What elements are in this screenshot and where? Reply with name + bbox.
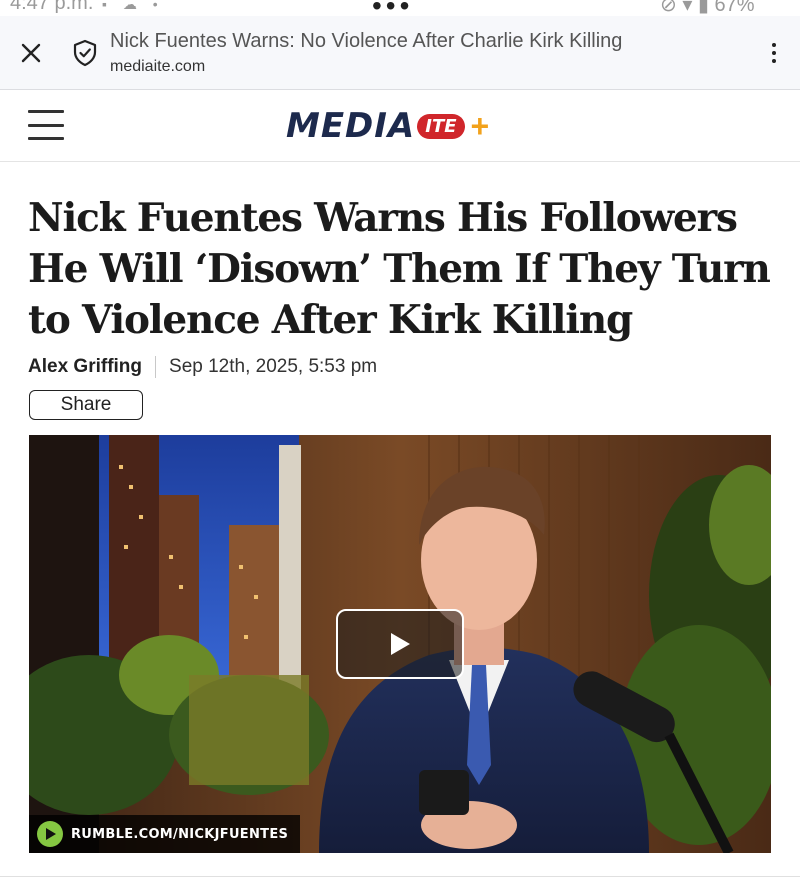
share-button[interactable]: Share	[29, 390, 143, 420]
video-player[interactable]: RUMBLE.COM/NICKJFUENTES	[29, 435, 771, 853]
play-button[interactable]	[336, 609, 464, 679]
close-tab-button[interactable]	[14, 36, 48, 70]
byline-divider	[155, 356, 157, 378]
rumble-source-label: RUMBLE.COM/NICKJFUENTES	[71, 826, 289, 842]
close-icon	[21, 43, 41, 63]
logo-badge: ITE	[417, 113, 465, 139]
browser-toolbar: Nick Fuentes Warns: No Violence After Ch…	[0, 16, 800, 90]
mediaite-logo[interactable]: MEDIA ITE +	[286, 104, 489, 148]
browser-domain: mediaite.com	[110, 58, 206, 75]
site-header: MEDIA ITE +	[0, 90, 800, 162]
notification-icons: ▪ ☁ •	[102, 0, 164, 12]
divider	[0, 876, 800, 877]
shield-icon[interactable]	[70, 38, 100, 68]
article-headline: Nick Fuentes Warns His Followers He Will…	[28, 195, 771, 343]
play-icon	[391, 633, 410, 655]
menu-icon[interactable]	[28, 110, 64, 140]
logo-plus: +	[470, 108, 490, 144]
author-link[interactable]: Alex Griffing	[28, 356, 142, 378]
byline: Alex Griffing Sep 12th, 2025, 5:53 pm	[28, 354, 377, 380]
rumble-source-badge[interactable]: RUMBLE.COM/NICKJFUENTES	[29, 815, 301, 853]
logo-wordmark: MEDIA	[286, 106, 416, 146]
more-vert-icon[interactable]	[762, 36, 786, 70]
camera-dots-icon: •••	[372, 0, 414, 16]
battery-level: 67%	[714, 0, 755, 16]
rumble-logo-icon	[37, 821, 63, 847]
status-time: 4:47 p.m.	[10, 0, 94, 14]
publish-date: Sep 12th, 2025, 5:53 pm	[169, 356, 378, 377]
status-bar: 4:47 p.m. ▪ ☁ • ••• ⊘ ▾ ▮ 67%	[0, 0, 800, 16]
status-right: ⊘ ▾ ▮ 67%	[660, 0, 755, 16]
browser-page-title: Nick Fuentes Warns: No Violence After Ch…	[110, 30, 623, 52]
